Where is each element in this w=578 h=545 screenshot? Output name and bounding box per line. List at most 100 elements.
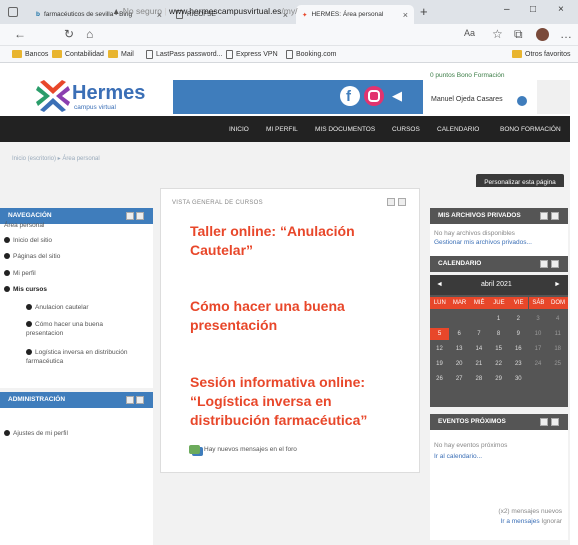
calendar-day[interactable]: 18 (548, 343, 567, 355)
calendar-day[interactable]: 29 (489, 373, 508, 385)
collapse-icon[interactable] (540, 212, 548, 220)
calendar-day[interactable]: 20 (450, 358, 469, 370)
calendar-next-icon[interactable]: ► (554, 281, 561, 288)
instagram-icon[interactable] (364, 86, 384, 106)
breadcrumb[interactable]: Inicio (escritorio) ▸ Área personal (12, 155, 100, 162)
calendar-day[interactable]: 23 (509, 358, 528, 370)
reload-icon[interactable]: ↻ (64, 27, 74, 41)
back-arrow-icon[interactable]: ← (14, 27, 26, 41)
nav-item-mi-perfil[interactable]: Mi perfil (4, 270, 36, 277)
collapse-icon[interactable] (126, 396, 134, 404)
nav-course-anulacion[interactable]: Anulacion cautelar (26, 304, 88, 311)
collapse-icon[interactable] (387, 198, 395, 206)
collapse-icon[interactable] (540, 418, 548, 426)
hermes-logo-icon (36, 80, 70, 112)
calendar-weekday: LUN (430, 297, 450, 309)
calendar-prev-icon[interactable]: ◄ (436, 281, 443, 288)
tab-actions-icon[interactable] (8, 7, 18, 17)
bookmark-contabilidad[interactable]: Contabilidad (52, 50, 104, 58)
calendar-day[interactable]: 15 (489, 343, 508, 355)
profile-avatar[interactable] (536, 28, 549, 41)
nav-course-presentacion[interactable]: Cómo hacer una buena presentacion (26, 320, 136, 338)
dock-icon[interactable] (136, 396, 144, 404)
calendar-day[interactable]: 30 (509, 373, 528, 385)
forum-notice[interactable]: Hay nuevos mensajes en el foro (189, 445, 297, 454)
menu-cursos[interactable]: CURSOS (392, 126, 420, 133)
go-to-calendar-link[interactable]: Ir al calendario... (430, 449, 568, 460)
nav-item-mis-cursos[interactable]: Mis cursos (4, 286, 47, 293)
collapse-icon[interactable] (540, 260, 548, 268)
calendar-day[interactable]: 24 (529, 358, 548, 370)
user-menu-icon[interactable] (517, 96, 527, 106)
dock-icon[interactable] (551, 260, 559, 268)
favorite-star-icon[interactable]: ☆ (492, 27, 503, 41)
maximize-button[interactable]: □ (530, 4, 536, 15)
home-icon (4, 237, 10, 243)
calendar-day[interactable]: 4 (548, 313, 567, 325)
calendar-day[interactable]: 5 (430, 328, 449, 340)
calendar-day[interactable]: 2 (509, 313, 528, 325)
calendar-day[interactable]: 21 (469, 358, 488, 370)
bookmark-other-favorites[interactable]: Otros favoritos (512, 50, 571, 58)
calendar-day[interactable]: 25 (548, 358, 567, 370)
bookmark-booking[interactable]: Booking.com (286, 50, 336, 59)
calendar-day[interactable]: 1 (489, 313, 508, 325)
collapse-icon[interactable] (126, 212, 134, 220)
calendar-day[interactable]: 11 (548, 328, 567, 340)
nav-course-logistica[interactable]: Logística inversa en distribución farmac… (26, 348, 150, 366)
bookmark-mail[interactable]: Mail (108, 50, 134, 58)
menu-bono-formacion[interactable]: BONO FORMACIÓN (500, 126, 561, 133)
reader-icon[interactable]: Aa (464, 28, 475, 38)
bookmark-bancos[interactable]: Bancos (12, 50, 48, 58)
window-close-button[interactable]: × (558, 4, 564, 15)
calendar-day[interactable]: 10 (529, 328, 548, 340)
calendar-day[interactable]: 3 (529, 313, 548, 325)
url-field[interactable]: ▲ No seguro | www.hermescampusvirtual.es… (112, 3, 450, 19)
bono-points-link[interactable]: 0 puntos Bono Formación (430, 72, 504, 79)
dock-icon[interactable] (398, 198, 406, 206)
calendar-day[interactable]: 9 (509, 328, 528, 340)
minimize-button[interactable]: – (504, 4, 510, 15)
course-link-logistica[interactable]: Sesión informativa online: “Logística in… (190, 373, 405, 430)
manage-private-files-link[interactable]: Gestionar mis archivos privados... (430, 237, 568, 246)
calendar-day[interactable]: 19 (430, 358, 449, 370)
telegram-icon[interactable]: ◀ (392, 88, 402, 104)
menu-mi-perfil[interactable]: MI PERFIL (266, 126, 298, 133)
course-link-anulacion[interactable]: Taller online: “Anulación Cautelar” (190, 222, 405, 260)
dock-icon[interactable] (551, 418, 559, 426)
bookmark-expressvpn[interactable]: Express VPN (226, 50, 278, 59)
ignore-messages-link[interactable]: Ignorar (541, 518, 562, 525)
forum-icon (189, 445, 200, 454)
dock-icon[interactable] (136, 212, 144, 220)
calendar-day[interactable]: 26 (430, 373, 449, 385)
nav-item-paginas-sitio[interactable]: Páginas del sitio (4, 253, 60, 260)
nav-item-inicio-sitio[interactable]: Inicio del sitio (4, 237, 52, 244)
nav-item-ajustes-perfil[interactable]: Ajustes de mi perfil (4, 430, 68, 437)
dock-icon[interactable] (551, 212, 559, 220)
collections-icon[interactable]: ⧉ (514, 27, 523, 42)
go-to-messages-link[interactable]: Ir a mensajes (501, 518, 540, 525)
menu-calendario[interactable]: CALENDARIO (437, 126, 479, 133)
calendar-day[interactable]: 28 (469, 373, 488, 385)
facebook-icon[interactable]: f (340, 86, 360, 106)
calendar-day[interactable]: 22 (489, 358, 508, 370)
calendar-day[interactable]: 12 (430, 343, 449, 355)
more-menu-icon[interactable]: … (560, 27, 572, 41)
course-link-presentacion[interactable]: Cómo hacer una buena presentación (190, 297, 405, 335)
menu-mis-documentos[interactable]: MIS DOCUMENTOS (315, 126, 375, 133)
calendar-day[interactable]: 8 (489, 328, 508, 340)
calendar-day[interactable]: 13 (450, 343, 469, 355)
home-icon[interactable]: ⌂ (86, 27, 93, 41)
menu-inicio[interactable]: INICIO (229, 126, 249, 133)
calendar-day[interactable]: 14 (469, 343, 488, 355)
calendar-day[interactable]: 27 (450, 373, 469, 385)
bookmark-lastpass[interactable]: LastPass password... (146, 50, 223, 59)
calendar-day[interactable]: 6 (450, 328, 469, 340)
user-name[interactable]: Manuel Ojeda Casares (431, 96, 503, 103)
calendar-day[interactable]: 16 (509, 343, 528, 355)
avatar[interactable] (537, 80, 570, 114)
nav-item-area-personal[interactable]: Área personal (4, 222, 44, 229)
calendar-day[interactable]: 17 (529, 343, 548, 355)
hermes-logo[interactable]: Hermes campus virtual (34, 80, 169, 114)
calendar-day[interactable]: 7 (469, 328, 488, 340)
